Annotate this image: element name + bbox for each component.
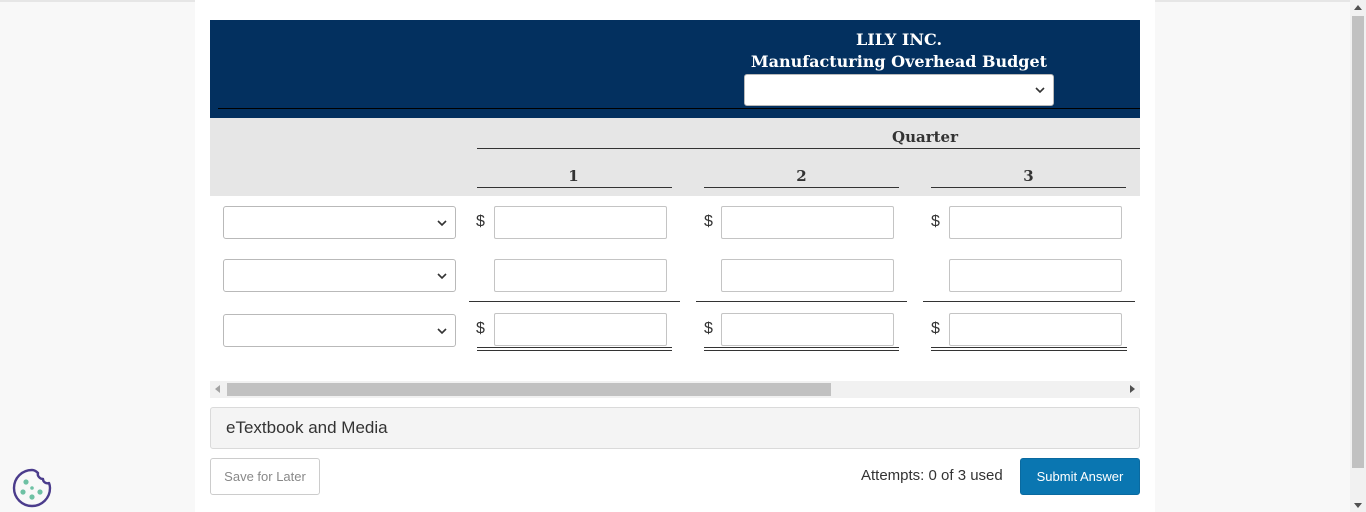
row-2-q3-input[interactable] — [949, 259, 1122, 292]
etextbook-media-panel[interactable]: eTextbook and Media — [210, 407, 1140, 449]
row-3-q1-dollar: $ — [476, 320, 485, 337]
quarter-3-rule — [931, 187, 1126, 188]
row-1-q3-dollar: $ — [931, 213, 940, 230]
quarter-2-rule — [704, 187, 899, 188]
row-3-q1-input[interactable] — [494, 313, 667, 346]
row-1-q1-input[interactable] — [494, 206, 667, 239]
vertical-scroll-thumb[interactable] — [1352, 16, 1364, 468]
row-1-label-select[interactable] — [223, 206, 456, 239]
period-select[interactable] — [744, 74, 1054, 106]
row-3-q3-dollar: $ — [931, 320, 940, 337]
save-for-later-button[interactable]: Save for Later — [210, 458, 320, 495]
scroll-left-arrow[interactable] — [215, 385, 220, 393]
row-3-label-select[interactable] — [223, 314, 456, 347]
row-3-q2-total-rule-bottom — [704, 350, 899, 351]
row-3-q3-total-rule-top — [931, 347, 1127, 348]
attempts-counter: Attempts: 0 of 3 used — [861, 467, 1003, 484]
quarter-rule — [477, 148, 1140, 149]
budget-header: LILY INC. Manufacturing Overhead Budget — [210, 20, 1140, 118]
scroll-up-arrow[interactable] — [1354, 5, 1362, 10]
chevron-down-icon — [437, 219, 447, 226]
row-2-q1-input[interactable] — [494, 259, 667, 292]
budget-title: Manufacturing Overhead Budget — [750, 52, 1048, 71]
scroll-right-arrow[interactable] — [1130, 385, 1135, 393]
row-1-q2-input[interactable] — [721, 206, 894, 239]
quarter-1-rule — [477, 187, 672, 188]
row-3-q1-total-rule-top — [477, 347, 672, 348]
row-2-q2-input[interactable] — [721, 259, 894, 292]
chevron-down-icon — [1035, 87, 1045, 94]
quarter-1-heading: 1 — [568, 167, 579, 185]
horizontal-scroll-thumb[interactable] — [227, 383, 831, 396]
chevron-down-icon — [437, 327, 447, 334]
row-2-q1-subtotal-rule — [469, 301, 680, 302]
horizontal-scrollbar[interactable] — [210, 381, 1140, 398]
company-name: LILY INC. — [855, 30, 943, 49]
row-3-q3-total-rule-bottom — [931, 350, 1127, 351]
row-2-label-select[interactable] — [223, 259, 456, 292]
row-3-q2-total-rule-top — [704, 347, 899, 348]
quarter-2-heading: 2 — [796, 167, 807, 185]
budget-table: LILY INC. Manufacturing Overhead Budget … — [210, 20, 1140, 400]
quarter-3-heading: 3 — [1023, 167, 1034, 185]
page: LILY INC. Manufacturing Overhead Budget … — [0, 0, 1366, 512]
row-3-q1-total-rule-bottom — [477, 350, 672, 351]
row-2-q3-subtotal-rule — [923, 301, 1135, 302]
scroll-down-arrow[interactable] — [1354, 503, 1362, 508]
row-1-q1-dollar: $ — [476, 213, 485, 230]
row-2-q2-subtotal-rule — [696, 301, 907, 302]
quarter-label: Quarter — [892, 128, 958, 146]
row-3-q2-input[interactable] — [721, 313, 894, 346]
chevron-down-icon — [437, 272, 447, 279]
vertical-scrollbar[interactable] — [1350, 0, 1366, 512]
row-3-q2-dollar: $ — [704, 320, 713, 337]
submit-answer-button[interactable]: Submit Answer — [1020, 458, 1140, 495]
row-1-q2-dollar: $ — [704, 213, 713, 230]
header-rule — [218, 108, 1140, 109]
cookie-icon[interactable] — [10, 466, 54, 510]
row-1-q3-input[interactable] — [949, 206, 1122, 239]
row-3-q3-input[interactable] — [949, 313, 1122, 346]
etextbook-media-label: eTextbook and Media — [226, 418, 388, 437]
